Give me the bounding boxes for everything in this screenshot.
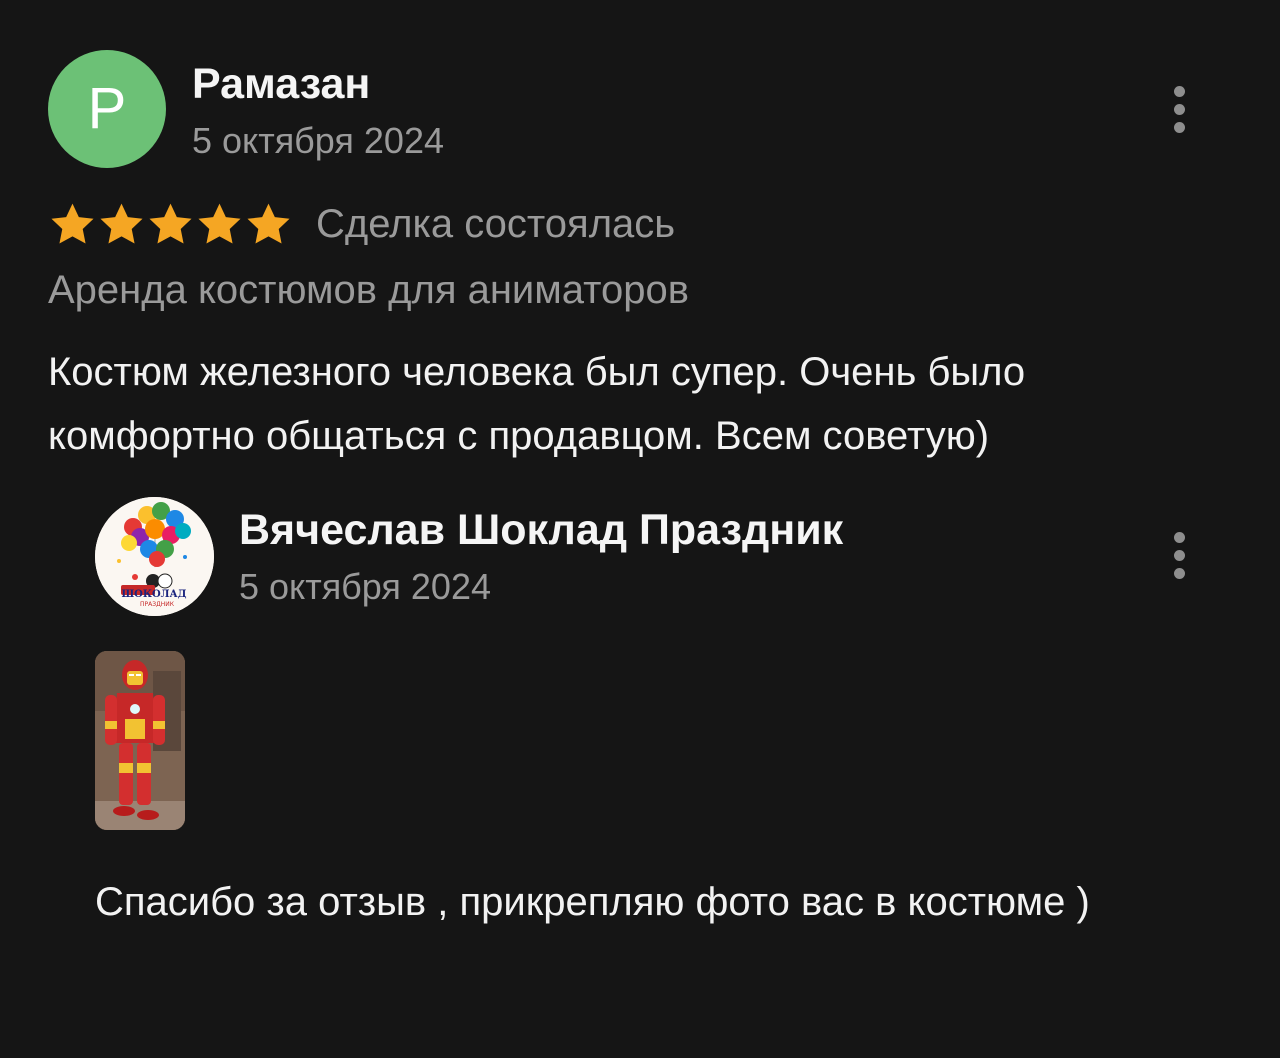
attached-photo-thumbnail[interactable] (95, 651, 185, 830)
svg-text:ПРАЗДНИК: ПРАЗДНИК (140, 601, 175, 608)
seller-name[interactable]: Вячеслав Шоклад Праздник (239, 506, 843, 555)
reply-text: Спасибо за отзыв , прикрепляю фото вас в… (95, 880, 1090, 924)
reply-more-options-icon[interactable] (1160, 526, 1200, 586)
review-card: Р Рамазан 5 октября 2024 Сделка состояла… (0, 0, 1280, 1058)
review-text: Костюм железного человека был супер. Оче… (48, 350, 1026, 458)
star-icon (51, 203, 94, 243)
star-icon (100, 203, 143, 243)
review-more-options-icon[interactable] (1160, 80, 1200, 140)
star-icon (247, 203, 290, 243)
iron-man-costume-photo (95, 651, 185, 830)
service-category[interactable]: Аренда костюмов для аниматоров (48, 268, 689, 313)
logo-text: ШОКОЛАД (121, 589, 186, 600)
seller-avatar[interactable]: ШОКОЛАД ПРАЗДНИК (95, 497, 214, 616)
author-name[interactable]: Рамазан (192, 60, 370, 109)
rating-stars (48, 198, 293, 250)
star-icon (149, 203, 192, 243)
balloons-logo: ШОКОЛАД ПРАЗДНИК (95, 497, 214, 616)
author-avatar[interactable]: Р (48, 50, 166, 168)
reply-date: 5 октября 2024 (239, 566, 491, 607)
deal-status: Сделка состоялась (316, 202, 676, 246)
review-date: 5 октября 2024 (192, 120, 444, 161)
star-icon (198, 203, 241, 243)
